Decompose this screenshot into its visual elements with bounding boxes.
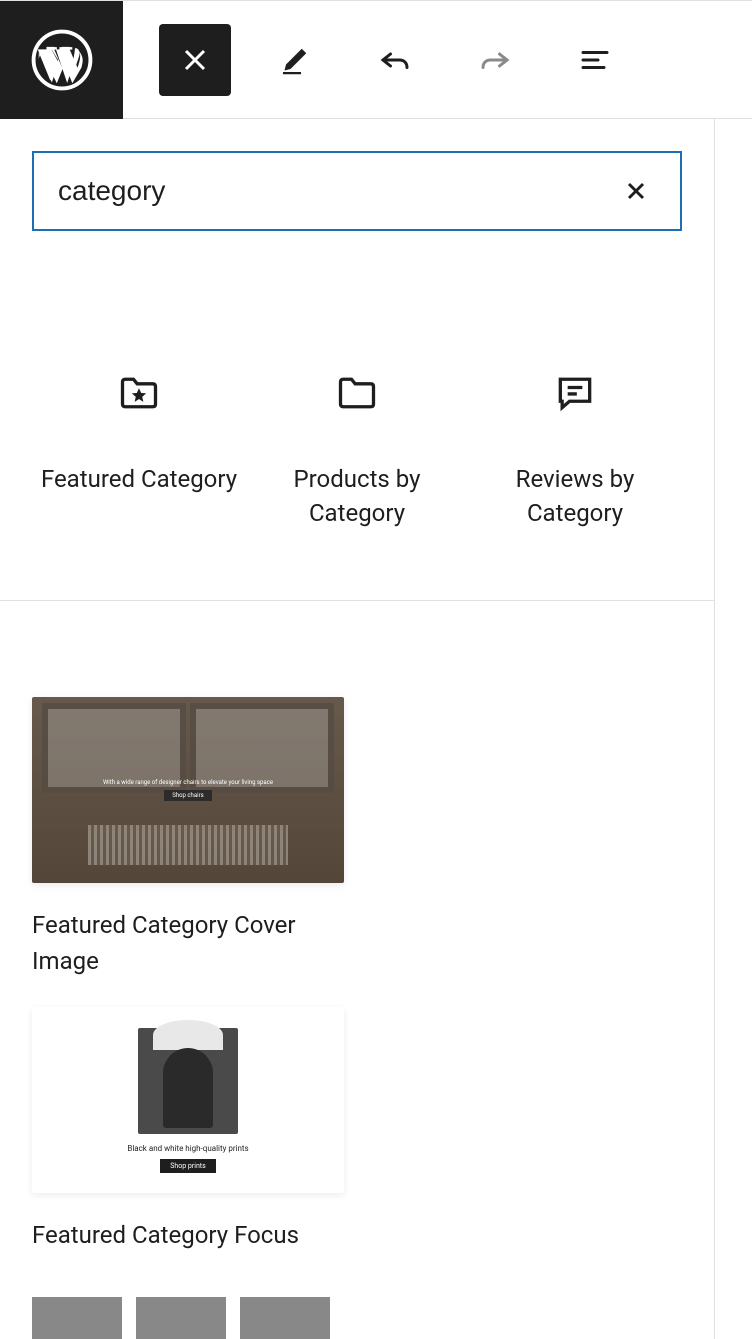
search-input[interactable] [58, 175, 616, 207]
comment-icon [553, 371, 597, 415]
search-field[interactable] [32, 151, 682, 231]
document-overview-button[interactable] [559, 24, 631, 96]
inserter-panel: Featured Category Products by Category [0, 119, 715, 1339]
wordpress-logo[interactable] [0, 1, 123, 119]
patterns-results-row2 [0, 1253, 714, 1339]
block-label: Featured Category [41, 463, 237, 497]
block-featured-category[interactable]: Featured Category [39, 371, 239, 530]
block-products-by-category[interactable]: Products by Category [257, 371, 457, 530]
editor-toolbar [0, 1, 752, 119]
toolbar-actions [123, 24, 631, 96]
folder-star-icon [117, 371, 161, 415]
close-icon [177, 42, 213, 78]
pattern-featured-category-focus[interactable]: Black and white high-quality prints Shop… [32, 1007, 344, 1253]
block-reviews-by-category[interactable]: Reviews by Category [475, 371, 675, 530]
content-area: Featured Category Products by Category [0, 119, 752, 1339]
edit-tool-button[interactable] [259, 24, 331, 96]
undo-button[interactable] [359, 24, 431, 96]
block-label: Reviews by Category [475, 463, 675, 530]
close-icon [622, 177, 650, 205]
block-label: Products by Category [257, 463, 457, 530]
blocks-results: Featured Category Products by Category [0, 231, 714, 601]
pattern-thumbnail: With a wide range of designer chairs to … [32, 697, 344, 883]
pattern-thumbnail: Black and white high-quality prints Shop… [32, 1007, 344, 1193]
pencil-icon [277, 42, 313, 78]
redo-icon [477, 42, 513, 78]
pattern-featured-category-cover-image[interactable]: With a wide range of designer chairs to … [32, 697, 344, 979]
search-wrap [0, 119, 714, 231]
patterns-results: With a wide range of designer chairs to … [0, 601, 714, 1253]
pattern-label: Featured Category Cover Image [32, 907, 344, 979]
close-inserter-button[interactable] [159, 24, 231, 96]
list-view-icon [577, 42, 613, 78]
clear-search-button[interactable] [616, 171, 656, 211]
folder-icon [335, 371, 379, 415]
pattern-label: Featured Category Focus [32, 1217, 344, 1253]
pattern-thumbnail-partial[interactable] [32, 1297, 330, 1339]
redo-button[interactable] [459, 24, 531, 96]
undo-icon [377, 42, 413, 78]
